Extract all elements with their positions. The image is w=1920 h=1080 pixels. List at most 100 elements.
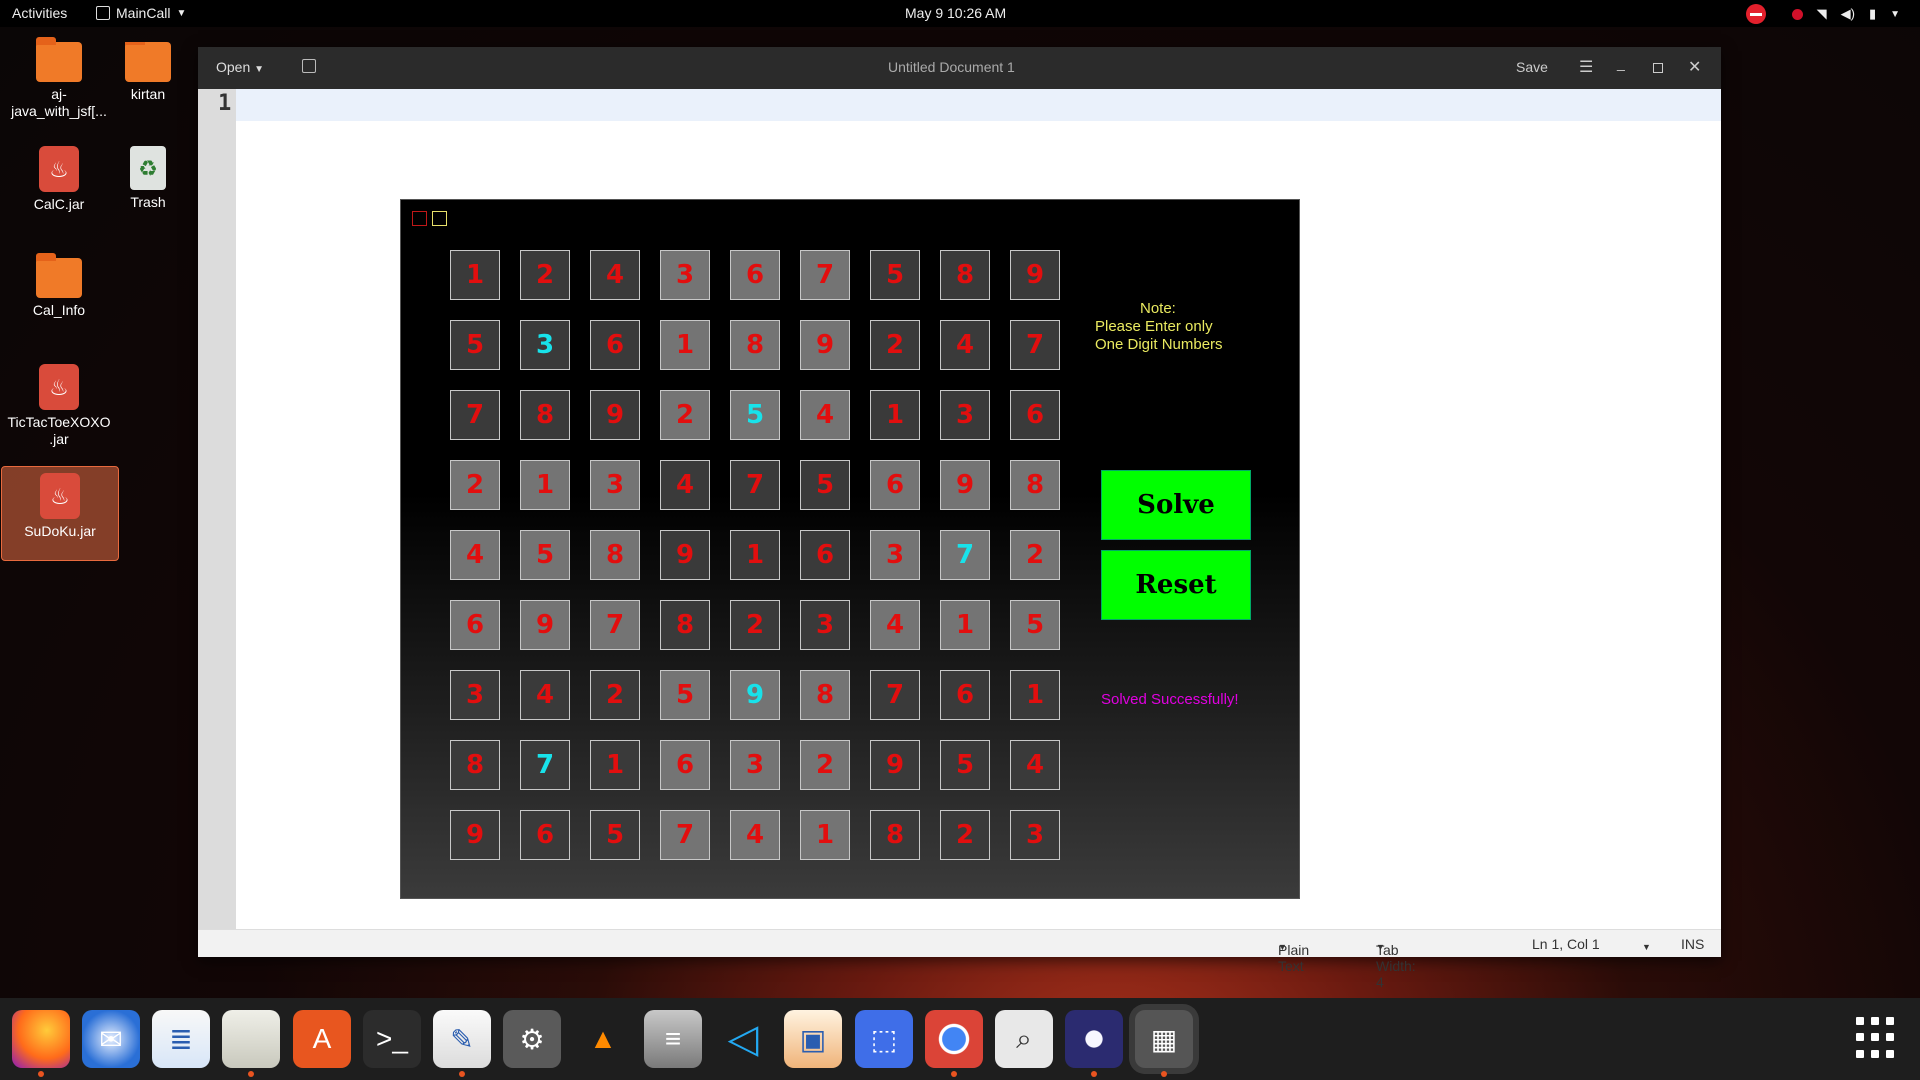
insert-mode[interactable]: INS xyxy=(1681,936,1704,952)
thunderbird-icon[interactable]: ✉ xyxy=(82,1010,140,1068)
sudoku-cell[interactable]: 1 xyxy=(1010,670,1060,720)
sudoku-cell[interactable]: 8 xyxy=(1010,460,1060,510)
database-icon[interactable]: ≡ xyxy=(644,1010,702,1068)
sudoku-cell[interactable]: 3 xyxy=(590,460,640,510)
window-control-icon[interactable] xyxy=(412,211,427,226)
sudoku-cell[interactable]: 9 xyxy=(800,320,850,370)
sudoku-cell[interactable]: 3 xyxy=(940,390,990,440)
solve-button[interactable]: Solve xyxy=(1101,470,1251,540)
new-tab-icon[interactable] xyxy=(302,59,316,73)
sudoku-cell[interactable]: 6 xyxy=(660,740,710,790)
sudoku-cell[interactable]: 2 xyxy=(660,390,710,440)
sudoku-cell[interactable]: 4 xyxy=(730,810,780,860)
wifi-icon[interactable]: ◥ xyxy=(1817,6,1827,22)
sudoku-cell[interactable]: 3 xyxy=(520,320,570,370)
cursor-position[interactable]: Ln 1, Col 1 xyxy=(1532,936,1600,952)
hamburger-menu-icon[interactable]: ☰ xyxy=(1579,57,1593,77)
rubik-cube-icon[interactable]: ▦ xyxy=(1135,1010,1193,1077)
sudoku-cell[interactable]: 9 xyxy=(940,460,990,510)
sudoku-cell[interactable]: 8 xyxy=(730,320,780,370)
sudoku-cell[interactable]: 7 xyxy=(1010,320,1060,370)
chrome-icon[interactable] xyxy=(925,1010,983,1077)
screenshot-icon[interactable]: ⬚ xyxy=(855,1010,913,1068)
sudoku-cell[interactable]: 2 xyxy=(870,320,920,370)
sudoku-cell[interactable]: 5 xyxy=(450,320,500,370)
chevron-down-icon[interactable]: ▼ xyxy=(1890,9,1900,20)
reset-button[interactable]: Reset xyxy=(1101,550,1251,620)
sudoku-cell[interactable]: 4 xyxy=(450,530,500,580)
sudoku-cell[interactable]: 7 xyxy=(940,530,990,580)
sudoku-cell[interactable]: 9 xyxy=(660,530,710,580)
sudoku-cell[interactable]: 6 xyxy=(730,250,780,300)
sudoku-cell[interactable]: 2 xyxy=(940,810,990,860)
sudoku-cell[interactable]: 6 xyxy=(450,600,500,650)
sudoku-cell[interactable]: 7 xyxy=(450,390,500,440)
sudoku-cell[interactable]: 5 xyxy=(870,250,920,300)
text-editor-icon[interactable]: ✎ xyxy=(433,1010,491,1077)
battery-icon[interactable]: ▮ xyxy=(1869,6,1876,22)
sudoku-cell[interactable]: 1 xyxy=(520,460,570,510)
sudoku-cell[interactable]: 1 xyxy=(800,810,850,860)
sudoku-cell[interactable]: 3 xyxy=(730,740,780,790)
sudoku-cell[interactable]: 5 xyxy=(1010,600,1060,650)
activities-button[interactable]: Activities xyxy=(12,5,67,21)
desktop-icon-tictactoe-jar[interactable]: ♨ TicTacToeXOXO .jar xyxy=(0,364,118,448)
sudoku-cell[interactable]: 3 xyxy=(1010,810,1060,860)
sudoku-cell[interactable]: 4 xyxy=(870,600,920,650)
sudoku-cell[interactable]: 1 xyxy=(660,320,710,370)
sudoku-cell[interactable]: 1 xyxy=(730,530,780,580)
sudoku-cell[interactable]: 7 xyxy=(590,600,640,650)
sudoku-cell[interactable]: 9 xyxy=(450,810,500,860)
sudoku-cell[interactable]: 6 xyxy=(800,530,850,580)
sudoku-cell[interactable]: 7 xyxy=(730,460,780,510)
desktop-icon-aj-java[interactable]: aj- java_with_jsf[... xyxy=(0,37,118,120)
save-button[interactable]: Save xyxy=(1516,59,1548,75)
sudoku-cell[interactable]: 2 xyxy=(800,740,850,790)
sudoku-cell[interactable]: 5 xyxy=(940,740,990,790)
sudoku-cell[interactable]: 2 xyxy=(1010,530,1060,580)
close-icon[interactable]: ✕ xyxy=(1688,57,1701,77)
sudoku-cell[interactable]: 4 xyxy=(1010,740,1060,790)
minimize-icon[interactable]: _ xyxy=(1617,55,1625,71)
open-button[interactable]: Open ▼ xyxy=(210,57,270,77)
desktop-icon-sudoku-jar[interactable]: ♨ SuDoKu.jar xyxy=(1,466,119,561)
desktop-icon-kirtan[interactable]: kirtan xyxy=(118,42,178,103)
sudoku-cell[interactable]: 9 xyxy=(590,390,640,440)
sudoku-cell[interactable]: 3 xyxy=(800,600,850,650)
sudoku-cell[interactable]: 8 xyxy=(940,250,990,300)
sudoku-cell[interactable]: 7 xyxy=(800,250,850,300)
sudoku-cell[interactable]: 8 xyxy=(800,670,850,720)
sudoku-cell[interactable]: 1 xyxy=(590,740,640,790)
sudoku-cell[interactable]: 6 xyxy=(870,460,920,510)
sudoku-cell[interactable]: 8 xyxy=(590,530,640,580)
search-icon[interactable]: ⌕ xyxy=(995,1010,1053,1068)
vscode-icon[interactable]: ◁ xyxy=(714,1010,772,1068)
clock[interactable]: May 9 10:26 AM xyxy=(905,5,1006,21)
sudoku-cell[interactable]: 7 xyxy=(870,670,920,720)
terminal-icon[interactable]: >_ xyxy=(363,1010,421,1068)
libreoffice-impress-icon[interactable]: ▣ xyxy=(784,1010,842,1068)
sudoku-cell[interactable]: 1 xyxy=(940,600,990,650)
do-not-disturb-icon[interactable] xyxy=(1745,4,1766,24)
sudoku-cell[interactable]: 5 xyxy=(520,530,570,580)
sudoku-cell[interactable]: 4 xyxy=(940,320,990,370)
sudoku-cell[interactable]: 8 xyxy=(450,740,500,790)
sudoku-cell[interactable]: 2 xyxy=(520,250,570,300)
sudoku-cell[interactable]: 8 xyxy=(870,810,920,860)
sudoku-cell[interactable]: 6 xyxy=(520,810,570,860)
libreoffice-writer-icon[interactable]: ≣ xyxy=(152,1010,210,1068)
sudoku-cell[interactable]: 2 xyxy=(590,670,640,720)
sudoku-cell[interactable]: 6 xyxy=(940,670,990,720)
window-control-icon[interactable] xyxy=(432,211,447,226)
sudoku-cell[interactable]: 5 xyxy=(800,460,850,510)
sudoku-cell[interactable]: 5 xyxy=(590,810,640,860)
sudoku-cell[interactable]: 9 xyxy=(870,740,920,790)
sudoku-cell[interactable]: 6 xyxy=(1010,390,1060,440)
vlc-icon[interactable]: ▲ xyxy=(574,1010,632,1068)
sudoku-cell[interactable]: 2 xyxy=(450,460,500,510)
firefox-icon[interactable] xyxy=(12,1010,70,1077)
sudoku-cell[interactable]: 7 xyxy=(660,810,710,860)
sudoku-cell[interactable]: 3 xyxy=(450,670,500,720)
sudoku-cell[interactable]: 8 xyxy=(660,600,710,650)
maximize-icon[interactable] xyxy=(1653,63,1663,73)
